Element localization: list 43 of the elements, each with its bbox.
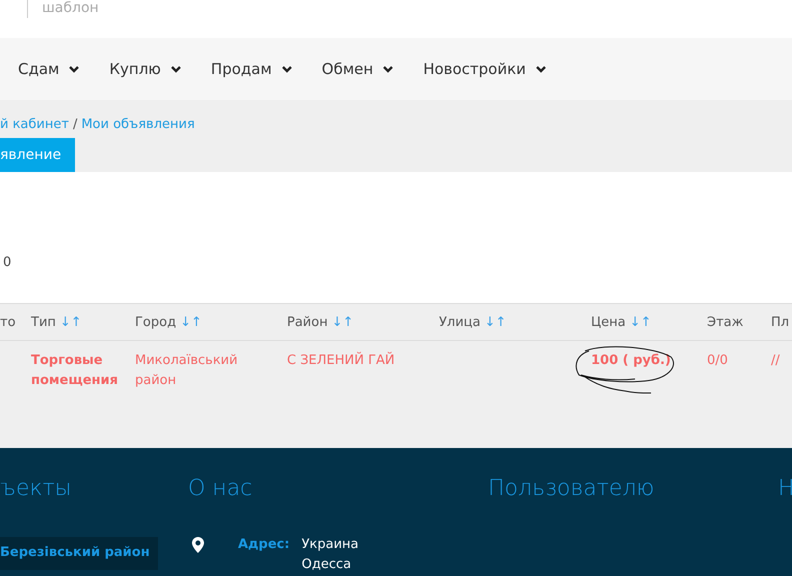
footer-heading: Н bbox=[778, 476, 792, 501]
table-cell-text: С ЗЕЛЕНИЙ ГАЙ bbox=[287, 351, 396, 370]
chevron-down-icon bbox=[282, 66, 292, 72]
sort-arrows[interactable]: ↓↑ bbox=[484, 314, 506, 330]
column-header: Пл bbox=[771, 314, 790, 330]
column-header: Цена bbox=[591, 314, 626, 330]
footer-heading: О нас bbox=[188, 476, 254, 501]
district-label[interactable]: Березівський район bbox=[0, 537, 158, 570]
column-header: Улица bbox=[439, 314, 480, 330]
footer-heading: ъекты bbox=[0, 476, 72, 501]
map-pin-icon bbox=[192, 537, 204, 553]
nav-menu-item[interactable]: Куплю bbox=[109, 60, 181, 78]
column-header: Город bbox=[135, 314, 176, 330]
sort-arrows[interactable]: ↓↑ bbox=[60, 314, 82, 330]
chevron-down-icon bbox=[536, 66, 546, 72]
chevron-down-icon bbox=[383, 66, 394, 72]
sort-arrows[interactable]: ↓↑ bbox=[630, 314, 652, 330]
table-cell: 100 ( руб.) bbox=[591, 351, 707, 391]
nav-menu-item[interactable]: Новостройки bbox=[423, 60, 546, 78]
breadcrumb-link[interactable]: й кабинет bbox=[0, 116, 69, 132]
column-header: то bbox=[0, 314, 17, 330]
address-label: Адрес: bbox=[238, 537, 290, 552]
nav-menu-item[interactable]: Продам bbox=[210, 60, 292, 78]
footer-heading: Пользователю bbox=[488, 476, 656, 501]
add-listing-button[interactable]: явление bbox=[0, 138, 76, 172]
breadcrumb-link[interactable]: Мои объявления bbox=[81, 116, 195, 132]
chevron-down-icon bbox=[170, 66, 181, 72]
site-subtitle: шаблон bbox=[27, 0, 99, 18]
nav-menu-item[interactable]: Сдам bbox=[18, 60, 80, 78]
sort-arrows[interactable]: ↓↑ bbox=[180, 314, 202, 330]
column-header: Тип bbox=[31, 314, 56, 330]
table-cell-text: Торговые помещения bbox=[31, 352, 119, 390]
address-text: Украина Одесса bbox=[302, 536, 359, 574]
listing-count: 0 bbox=[3, 255, 12, 270]
table-cell-text: // bbox=[771, 352, 781, 370]
chevron-down-icon bbox=[69, 66, 80, 72]
table-cell-text: 0/0 bbox=[707, 352, 729, 370]
table-cell-text: Миколаївський район bbox=[135, 352, 239, 390]
nav-menu-item[interactable]: Обмен bbox=[322, 60, 394, 78]
column-header: Район bbox=[287, 314, 328, 330]
breadcrumb-separator: / bbox=[72, 116, 78, 132]
column-header: Этаж bbox=[707, 314, 744, 330]
sort-arrows[interactable]: ↓↑ bbox=[332, 314, 354, 330]
